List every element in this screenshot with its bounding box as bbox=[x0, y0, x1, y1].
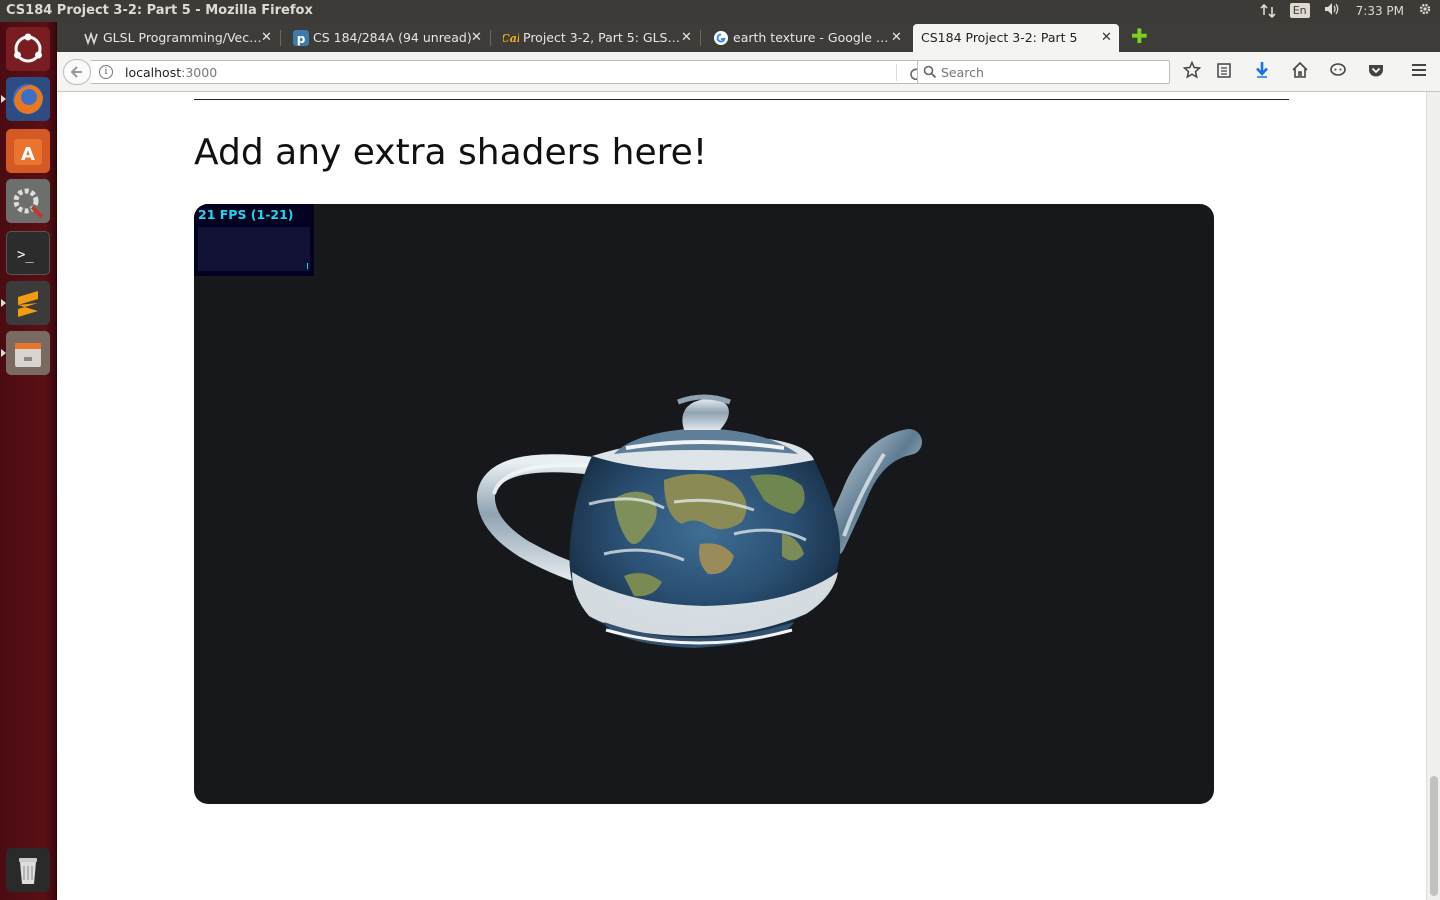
earth-textured-teapot bbox=[476, 394, 922, 648]
fps-graph-bar bbox=[307, 263, 308, 269]
keyboard-language-indicator[interactable]: En bbox=[1289, 3, 1310, 18]
chat-icon[interactable] bbox=[1327, 61, 1349, 83]
search-icon bbox=[923, 64, 937, 79]
home-icon[interactable] bbox=[1289, 61, 1311, 83]
system-top-panel: CS184 Project 3-2: Part 5 - Mozilla Fire… bbox=[0, 0, 1440, 22]
bookmarks-menu-icon[interactable] bbox=[1213, 61, 1235, 83]
url-divider bbox=[896, 64, 897, 81]
navigation-toolbar: i localhost:3000 bbox=[57, 52, 1440, 92]
tab-label: earth texture - Google … bbox=[733, 30, 889, 45]
hamburger-menu-icon[interactable] bbox=[1408, 61, 1430, 83]
svg-text:>_: >_ bbox=[17, 247, 34, 263]
tab-bar: GLSL Programming/Vec… ✕ p CS 184/284A (9… bbox=[57, 22, 1440, 52]
tab-project-part5-glsl[interactable]: Cal Project 3-2, Part 5: GLS… ✕ bbox=[497, 24, 699, 52]
close-tab-icon[interactable]: ✕ bbox=[681, 30, 692, 45]
url-bar[interactable]: i localhost:3000 bbox=[91, 60, 933, 84]
close-tab-icon[interactable]: ✕ bbox=[891, 30, 902, 45]
window-title: CS184 Project 3-2: Part 5 - Mozilla Fire… bbox=[6, 3, 313, 18]
search-input[interactable] bbox=[941, 63, 1161, 81]
tab-label: CS 184/284A (94 unread) bbox=[313, 30, 472, 45]
close-tab-icon[interactable]: ✕ bbox=[261, 30, 272, 45]
search-bar[interactable] bbox=[917, 60, 1170, 84]
tab-piazza[interactable]: p CS 184/284A (94 unread) ✕ bbox=[287, 24, 489, 52]
terminal-icon[interactable]: >_ bbox=[6, 231, 50, 275]
tab-glsl-programming[interactable]: GLSL Programming/Vec… ✕ bbox=[77, 24, 279, 52]
horizontal-rule bbox=[194, 99, 1289, 100]
clock[interactable]: 7:33 PM bbox=[1356, 4, 1404, 18]
close-tab-icon[interactable]: ✕ bbox=[1101, 30, 1112, 45]
tab-separator bbox=[280, 30, 281, 46]
piazza-icon: p bbox=[293, 30, 309, 46]
settings-gear-icon[interactable] bbox=[1418, 2, 1432, 19]
page-heading: Add any extra shaders here! bbox=[194, 132, 708, 173]
google-icon bbox=[713, 30, 729, 46]
tab-separator bbox=[490, 30, 491, 46]
svg-text:Cal: Cal bbox=[503, 32, 519, 45]
back-button[interactable] bbox=[63, 59, 91, 85]
page-scrollbar[interactable] bbox=[1426, 92, 1440, 900]
file-manager-icon[interactable] bbox=[6, 331, 50, 375]
wikibooks-icon bbox=[83, 30, 99, 46]
ubuntu-dash-icon[interactable] bbox=[6, 27, 50, 71]
volume-icon[interactable] bbox=[1324, 2, 1342, 19]
tab-label: Project 3-2, Part 5: GLS… bbox=[523, 30, 680, 45]
url-text: localhost:3000 bbox=[125, 65, 217, 80]
fps-stats-panel[interactable]: 21 FPS (1-21) bbox=[194, 204, 314, 276]
network-icon[interactable] bbox=[1260, 3, 1276, 19]
svg-text:A: A bbox=[21, 144, 35, 165]
pocket-icon[interactable] bbox=[1365, 61, 1387, 83]
page-content: Add any extra shaders here! 21 FPS (1-21… bbox=[57, 92, 1426, 900]
tab-label: GLSL Programming/Vec… bbox=[103, 30, 262, 45]
panel-indicators: En 7:33 PM bbox=[1260, 2, 1432, 19]
tab-cs184-project-part5[interactable]: CS184 Project 3-2: Part 5 ✕ bbox=[913, 24, 1119, 52]
fps-graph bbox=[198, 227, 310, 271]
system-settings-icon[interactable] bbox=[6, 179, 50, 223]
bookmark-star-icon[interactable] bbox=[1181, 60, 1203, 83]
tab-earth-texture-google[interactable]: earth texture - Google … ✕ bbox=[707, 24, 909, 52]
sublime-text-icon[interactable] bbox=[6, 281, 50, 325]
new-tab-plus-icon[interactable]: ✚ bbox=[1131, 26, 1148, 46]
cal-icon: Cal bbox=[501, 30, 521, 46]
tab-separator bbox=[700, 30, 701, 46]
fps-counter: 21 FPS (1-21) bbox=[198, 207, 294, 222]
firefox-icon[interactable] bbox=[6, 77, 50, 121]
downloads-icon[interactable] bbox=[1251, 61, 1273, 83]
svg-text:p: p bbox=[297, 32, 306, 46]
trash-icon[interactable] bbox=[6, 848, 50, 892]
close-tab-icon[interactable]: ✕ bbox=[471, 30, 482, 45]
url-port: :3000 bbox=[181, 65, 218, 80]
url-host: localhost bbox=[125, 65, 182, 80]
webgl-canvas[interactable]: 21 FPS (1-21) bbox=[194, 204, 1214, 804]
unity-launcher: A >_ bbox=[0, 22, 57, 900]
tab-label: CS184 Project 3-2: Part 5 bbox=[921, 30, 1078, 45]
software-center-icon[interactable]: A bbox=[6, 129, 50, 173]
scrollbar-thumb[interactable] bbox=[1430, 776, 1438, 896]
site-info-icon[interactable]: i bbox=[99, 65, 113, 79]
